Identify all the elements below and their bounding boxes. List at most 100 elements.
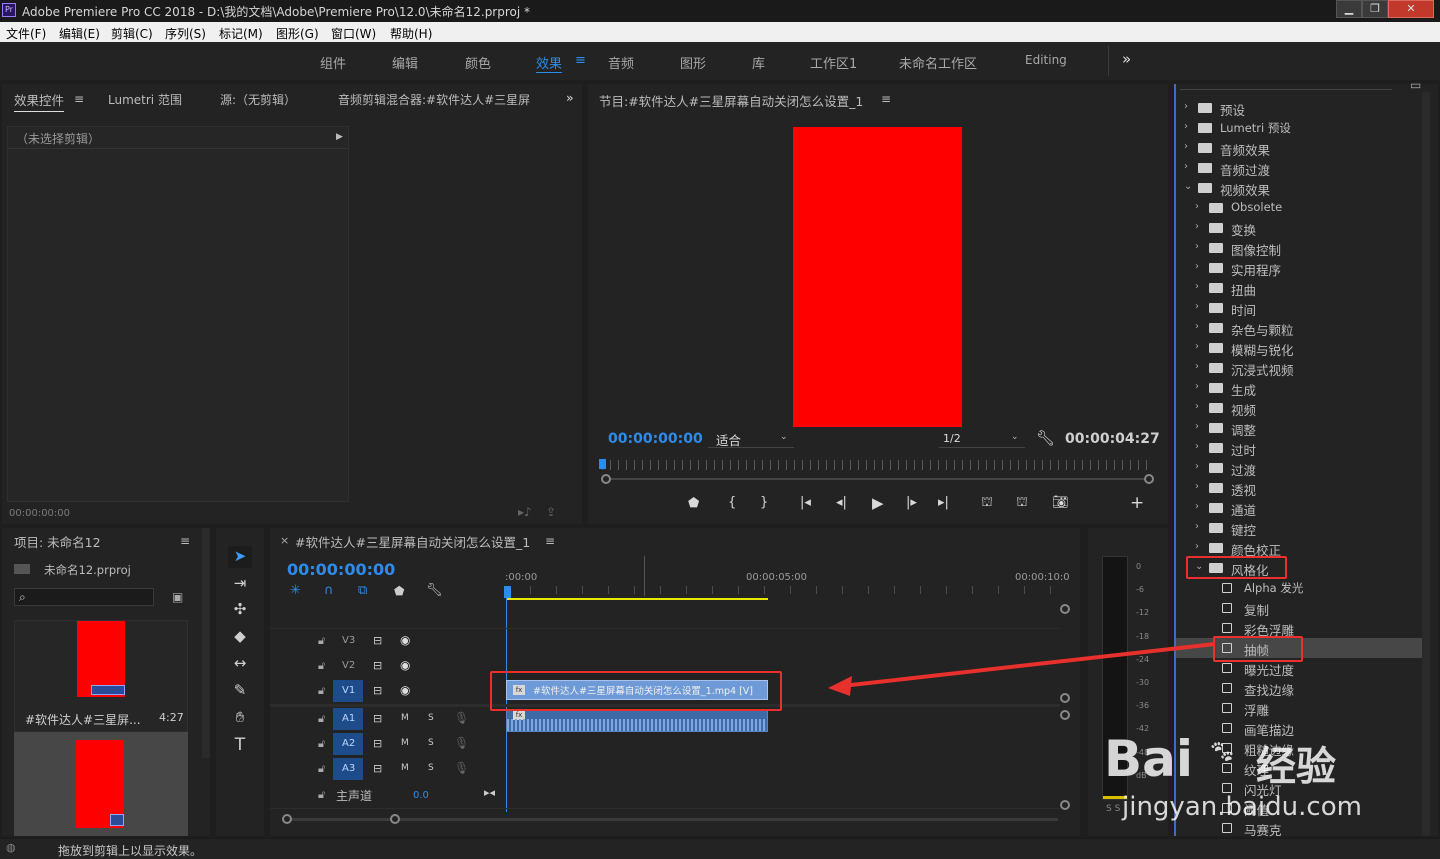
eye-icon[interactable]: ◉ [400, 658, 410, 672]
track-master[interactable]: 🔓︎ 主声道 0.0 ▸◂ [270, 784, 1080, 808]
button-editor-plus-icon[interactable]: + [1130, 493, 1144, 513]
chevron-right-icon[interactable]: › [1195, 341, 1199, 352]
effects-folder-row[interactable]: › Obsolete [1176, 198, 1422, 218]
workspace-overflow-icon[interactable]: » [1122, 50, 1131, 68]
snap-icon[interactable]: ∩ [324, 583, 334, 598]
microphone-icon[interactable]: 🎙︎ [454, 761, 469, 775]
resolution-dropdown[interactable]: 1/2 ⌄ [939, 430, 1025, 448]
extract-icon[interactable]: ⛫ [1016, 495, 1028, 512]
effects-scrollbar[interactable] [1422, 92, 1430, 836]
lock-icon[interactable]: 🔓︎ [318, 788, 325, 802]
effects-folder-row[interactable]: › 扭曲 [1176, 278, 1422, 298]
razor-tool-icon[interactable]: ◆ [228, 627, 252, 645]
minimize-icon[interactable]: ▁ [1336, 0, 1362, 18]
work-area-bar[interactable] [506, 598, 768, 600]
fit-dropdown[interactable]: 适合 ⌄ [708, 430, 794, 448]
effect-item-row[interactable]: 闪光灯 [1176, 778, 1422, 798]
lock-icon[interactable]: 🔓︎ [318, 634, 325, 648]
solo-button[interactable]: S [428, 738, 434, 748]
tab-audio-clip-mixer[interactable]: 音频剪辑混合器:#软件达人#三星屏 [338, 91, 530, 108]
effect-item-row[interactable]: 彩色浮雕 [1176, 618, 1422, 638]
track-a3[interactable]: 🔓︎ A3 ⊟ M S 🎙︎ [270, 758, 1080, 782]
effects-folder-row[interactable]: › 透视 [1176, 478, 1422, 498]
tab-effect-controls[interactable]: 效果控件 [14, 90, 65, 112]
program-timecode[interactable]: 00:00:00:00 [608, 431, 703, 447]
sequence-tab[interactable]: #软件达人#三星屏幕自动关闭怎么设置_1 [295, 532, 530, 551]
chevron-right-icon[interactable]: › [1184, 121, 1188, 132]
scroll-handle[interactable] [1060, 800, 1070, 810]
chevron-right-icon[interactable]: › [1195, 321, 1199, 332]
microphone-icon[interactable]: 🎙︎ [454, 711, 469, 725]
chevron-right-icon[interactable]: › [1195, 401, 1199, 412]
wrench-icon[interactable]: 🔧︎ [1036, 429, 1055, 447]
project-menu-icon[interactable]: ≡ [180, 534, 190, 548]
workspace-menu-icon[interactable]: ≡ [575, 53, 586, 68]
effects-folder-row[interactable]: › 音频过渡 [1176, 158, 1422, 178]
effect-item-row[interactable]: 浮雕 [1176, 698, 1422, 718]
hand-tool-icon[interactable]: ✋︎ [228, 708, 252, 726]
effects-folder-row[interactable]: › 视频 [1176, 398, 1422, 418]
sync-lock-icon[interactable]: ⊟ [373, 737, 382, 750]
scroll-handle[interactable] [1060, 604, 1070, 614]
chevron-right-icon[interactable]: › [1184, 141, 1188, 152]
solo-button[interactable]: S [428, 763, 434, 773]
panel-overflow-icon[interactable]: » [566, 90, 574, 105]
menu-file[interactable]: 文件(F) [6, 25, 46, 42]
linked-selection-icon[interactable]: ⧉ [358, 583, 367, 598]
solo-labels[interactable]: S S [1106, 804, 1120, 814]
program-menu-icon[interactable]: ≡ [881, 92, 891, 106]
panel-menu-icon[interactable]: ≡ [74, 92, 84, 106]
timeline-menu-icon[interactable]: ≡ [545, 534, 555, 548]
project-item[interactable] [14, 732, 188, 836]
lock-icon[interactable]: 🔓︎ [318, 737, 325, 751]
effect-item-row[interactable]: 阈值 [1176, 798, 1422, 818]
chevron-down-icon[interactable]: ⌄ [1184, 181, 1192, 192]
chevron-right-icon[interactable]: › [1195, 541, 1199, 552]
project-item[interactable]: #软件达人#三星屏... 4:27 [14, 620, 188, 732]
solo-button[interactable]: S [428, 713, 434, 723]
close-icon[interactable]: ✕ [1388, 0, 1434, 18]
effects-folder-row[interactable]: › 沉浸式视频 [1176, 358, 1422, 378]
sync-lock-icon[interactable]: ⊟ [373, 659, 382, 672]
new-custom-bin-icon[interactable]: ▭ [1410, 78, 1421, 92]
effects-folder-row[interactable]: › 调整 [1176, 418, 1422, 438]
chevron-right-icon[interactable]: › [1195, 501, 1199, 512]
track-a2[interactable]: 🔓︎ A2 ⊟ M S 🎙︎ [270, 733, 1080, 757]
chevron-right-icon[interactable]: › [1195, 241, 1199, 252]
scroll-handle-right[interactable] [390, 814, 400, 824]
workspace-tab-graphics[interactable]: 图形 [680, 53, 706, 72]
menu-clip[interactable]: 剪辑(C) [111, 25, 153, 42]
audio-clip[interactable]: fx [506, 710, 768, 732]
selection-tool-icon[interactable]: ➤ [228, 547, 252, 565]
effects-folder-row[interactable]: ⌄ 视频效果 [1176, 178, 1422, 198]
zoom-scrollbar[interactable] [604, 478, 1150, 480]
step-forward-icon[interactable]: |▸ [906, 495, 917, 510]
sync-lock-icon[interactable]: ⊟ [373, 712, 382, 725]
workspace-tab-audio[interactable]: 音频 [608, 53, 634, 72]
effects-folder-row[interactable]: › 预设 [1176, 98, 1422, 118]
timeline-timecode[interactable]: 00:00:00:00 [287, 560, 395, 579]
chevron-right-icon[interactable]: › [1195, 261, 1199, 272]
project-scrollbar[interactable] [202, 528, 210, 758]
nest-icon[interactable]: ✳ [290, 583, 301, 598]
chevron-right-icon[interactable]: › [1195, 461, 1199, 472]
eye-icon[interactable]: ◉ [400, 683, 410, 697]
menu-sequence[interactable]: 序列(S) [165, 25, 206, 42]
effects-folder-row[interactable]: › 通道 [1176, 498, 1422, 518]
chevron-right-icon[interactable]: › [1195, 361, 1199, 372]
effects-folder-row[interactable]: › 键控 [1176, 518, 1422, 538]
chevron-right-icon[interactable]: › [1195, 221, 1199, 232]
sync-lock-icon[interactable]: ⊟ [373, 762, 382, 775]
workspace-tab-workspace1[interactable]: 工作区1 [810, 53, 857, 72]
chevron-right-icon[interactable]: › [1184, 101, 1188, 112]
track-select-tool-icon[interactable]: ⇥ [228, 574, 252, 592]
effect-item-row[interactable]: Alpha 发光 [1176, 578, 1422, 598]
menu-window[interactable]: 窗口(W) [331, 25, 376, 42]
mark-out-icon[interactable]: } [760, 495, 768, 510]
menu-graphics[interactable]: 图形(G) [276, 25, 319, 42]
effects-folder-row[interactable]: › 杂色与颗粒 [1176, 318, 1422, 338]
effects-folder-row[interactable]: › 颜色校正 [1176, 538, 1422, 558]
go-to-in-icon[interactable]: |◂ [800, 495, 811, 510]
new-bin-icon[interactable]: ▣ [172, 590, 183, 604]
workspace-tab-editing-en[interactable]: Editing [1025, 53, 1067, 67]
